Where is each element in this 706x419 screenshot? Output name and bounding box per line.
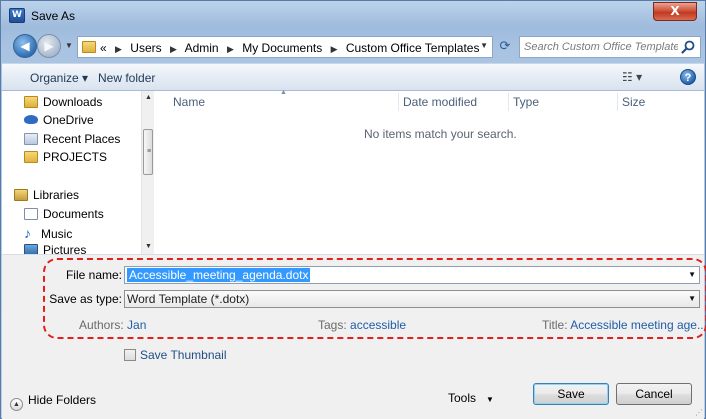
title-value[interactable]: Accessible meeting age... (570, 318, 706, 332)
organize-button[interactable]: Organize ▾ (30, 71, 88, 85)
navigation-scrollbar[interactable]: ▲ ≡ ▼ (141, 91, 154, 254)
breadcrumb-separator-icon: ▶ (115, 44, 122, 54)
breadcrumb-admin[interactable]: Admin (185, 41, 219, 55)
nav-item-documents[interactable]: Documents (24, 207, 104, 225)
column-header-size[interactable]: Size (622, 95, 645, 109)
sort-indicator-icon: ▲ (280, 89, 287, 96)
tags-value[interactable]: accessible (350, 318, 406, 332)
column-divider[interactable] (398, 93, 399, 111)
resize-grip-icon[interactable]: ⋰ (695, 408, 703, 417)
refresh-icon: ⟳ (499, 39, 511, 54)
chevron-down-icon[interactable]: ▼ (688, 270, 696, 279)
chevron-down-icon: ▼ (65, 41, 73, 50)
nav-item-projects[interactable]: PROJECTS (24, 150, 107, 168)
empty-folder-message: No items match your search. (364, 127, 517, 141)
file-name-value[interactable]: Accessible_meeting_agenda.dotx (127, 268, 311, 282)
breadcrumb-separator-icon: ▶ (169, 44, 177, 54)
breadcrumb-separator-icon: ▶ (330, 44, 338, 54)
close-button[interactable]: X (653, 2, 697, 21)
breadcrumb-users[interactable]: Users (130, 41, 161, 55)
nav-item-recent-places[interactable]: Recent Places (24, 132, 120, 150)
change-view-button[interactable]: ☷ ▾ (622, 70, 642, 84)
checkbox-icon[interactable] (124, 349, 136, 361)
scroll-up-icon[interactable]: ▲ (142, 94, 155, 101)
column-divider[interactable] (508, 93, 509, 111)
tools-menu[interactable]: Tools ▼ (448, 391, 494, 405)
nav-item-music[interactable]: ♪ Music (24, 225, 72, 243)
forward-arrow-icon: ▶ (44, 39, 54, 53)
search-input[interactable] (524, 39, 678, 55)
window-title: Save As (31, 9, 76, 23)
folder-icon (82, 41, 96, 53)
breadcrumb: « ▶ Users ▶ Admin ▶ My Documents ▶ Custo… (100, 41, 479, 55)
save-thumbnail-checkbox[interactable]: Save Thumbnail (124, 348, 227, 362)
nav-item-onedrive[interactable]: OneDrive (24, 113, 94, 131)
address-dropdown-icon[interactable]: ▼ (480, 41, 488, 50)
save-as-dialog: W Save As X ◀ ▶ ▼ « ▶ Users ▶ Admin ▶ My… (0, 0, 706, 419)
file-name-field[interactable]: Accessible_meeting_agenda.dotx ▼ (124, 266, 700, 284)
authors-meta: Authors: Jan (79, 318, 146, 332)
column-divider[interactable] (617, 93, 618, 111)
save-as-type-select[interactable]: Word Template (*.dotx) ▼ (124, 290, 700, 308)
search-box[interactable] (519, 36, 701, 58)
save-button[interactable]: Save (533, 383, 609, 405)
back-button[interactable]: ◀ (13, 34, 37, 58)
tags-label: Tags: (318, 318, 347, 332)
chevron-down-icon[interactable]: ▼ (688, 294, 696, 303)
navigation-pane: Downloads OneDrive Recent Places PROJECT… (2, 91, 154, 257)
nav-item-libraries[interactable]: Libraries (14, 188, 79, 206)
back-arrow-icon: ◀ (20, 39, 30, 53)
save-as-type-value: Word Template (*.dotx) (127, 292, 250, 306)
hide-folders-label: Hide Folders (28, 393, 97, 407)
address-bar[interactable]: « ▶ Users ▶ Admin ▶ My Documents ▶ Custo… (77, 36, 493, 58)
hide-folders-button[interactable]: ▲ Hide Folders (10, 393, 96, 411)
search-icon[interactable] (680, 39, 696, 55)
file-list: Name ▲ Date modified Type Size No items … (155, 89, 704, 254)
nav-item-downloads[interactable]: Downloads (24, 95, 102, 113)
libraries-icon (14, 189, 28, 201)
scrollbar-thumb[interactable]: ≡ (143, 129, 153, 175)
title-bar: W Save As X (1, 1, 705, 29)
command-toolbar: Organize ▾ New folder ☷ ▾ ? (2, 63, 704, 91)
folder-icon (24, 151, 38, 163)
authors-value[interactable]: Jan (127, 318, 146, 332)
forward-button[interactable]: ▶ (37, 34, 61, 58)
cancel-button[interactable]: Cancel (616, 383, 692, 405)
chevron-down-icon: ▼ (486, 395, 494, 404)
file-name-label: File name: (65, 268, 122, 282)
refresh-button[interactable]: ⟳ (496, 38, 514, 56)
title-label: Title: (542, 318, 568, 332)
breadcrumb-overflow[interactable]: « (100, 41, 107, 55)
breadcrumb-separator-icon: ▶ (226, 44, 234, 54)
breadcrumb-custom-office-templates[interactable]: Custom Office Templates (346, 41, 480, 55)
music-icon: ♪ (24, 225, 31, 241)
help-icon[interactable]: ? (680, 69, 696, 85)
recent-locations-dropdown[interactable]: ▼ (63, 39, 75, 53)
tags-meta: Tags: accessible (318, 318, 406, 332)
word-app-icon: W (9, 8, 25, 23)
authors-label: Authors: (79, 318, 124, 332)
scroll-down-icon[interactable]: ▼ (142, 243, 155, 250)
save-as-type-label: Save as type: (49, 292, 122, 306)
browser-content: Downloads OneDrive Recent Places PROJECT… (2, 89, 704, 257)
documents-icon (24, 208, 38, 220)
column-header-type[interactable]: Type (513, 95, 539, 109)
onedrive-cloud-icon (24, 115, 38, 124)
title-meta: Title: Accessible meeting age... (542, 318, 706, 332)
column-header-name[interactable]: Name (173, 95, 205, 109)
save-thumbnail-label: Save Thumbnail (140, 348, 227, 362)
dialog-footer: ▲ Hide Folders Tools ▼ Save Cancel ⋰ (2, 377, 704, 419)
recent-places-icon (24, 133, 38, 145)
breadcrumb-my-documents[interactable]: My Documents (242, 41, 322, 55)
column-header-date-modified[interactable]: Date modified (403, 95, 477, 109)
chevron-up-icon: ▲ (10, 398, 23, 411)
new-folder-button[interactable]: New folder (98, 71, 155, 85)
tools-label: Tools (448, 391, 477, 405)
grip-icon: ≡ (147, 148, 152, 155)
downloads-folder-icon (24, 96, 38, 108)
